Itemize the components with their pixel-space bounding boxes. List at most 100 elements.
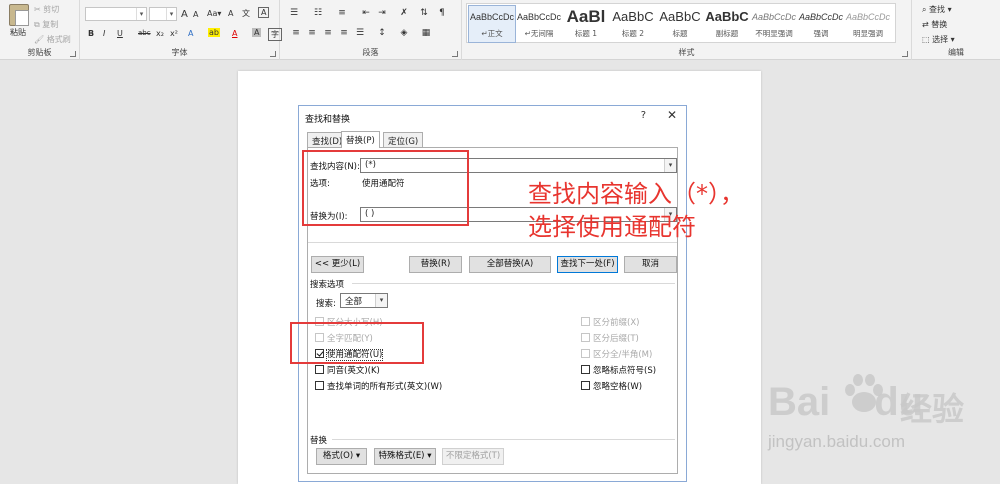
help-icon[interactable]: ? [641,110,646,121]
style-name: ↵无间隔 [524,29,554,38]
style-name: 强调 [813,29,829,38]
strikethrough-button[interactable]: abc [138,29,151,37]
clipboard-launcher-icon[interactable] [70,51,76,57]
annotation-line-2: 选择使用通配符 [528,213,696,241]
styles-launcher-icon[interactable] [902,51,908,57]
close-icon[interactable]: ✕ [667,108,677,122]
checkbox-icon [315,365,324,374]
match-suffix-checkbox[interactable]: 区分后缀(T) [581,332,639,344]
replace-button[interactable]: 替换(R) [409,256,462,273]
borders-icon[interactable]: ▦ [420,28,432,38]
superscript-button[interactable]: x² [170,29,178,38]
match-prefix-checkbox[interactable]: 区分前缀(X) [581,316,639,328]
style-name: 标题 [672,29,688,38]
cancel-button[interactable]: 取消 [624,256,677,273]
match-width-checkbox[interactable]: 区分全/半角(M) [581,348,652,360]
chevron-down-icon[interactable]: ▾ [166,8,176,20]
shading-icon[interactable]: ◈ [398,28,410,38]
change-case-button[interactable]: Aa▾ [207,9,221,18]
justify-icon[interactable]: ≡ [338,28,350,38]
all-word-forms-checkbox[interactable]: 查找单词的所有形式(英文)(W) [315,380,442,392]
text-effects-button[interactable]: A [188,29,193,38]
style-normal[interactable]: AaBbCcDc ↵正文 [468,5,516,43]
ignore-punctuation-checkbox[interactable]: 忽略标点符号(S) [581,364,656,376]
font-size-combo[interactable]: ▾ [149,7,177,21]
underline-button[interactable]: U [117,29,123,38]
style-heading1[interactable]: AaBl 标题 1 [563,6,609,42]
paste-icon[interactable] [9,4,29,26]
style-no-spacing[interactable]: AaBbCcDc ↵无间隔 [516,6,562,42]
style-subtitle[interactable]: AaBbC 副标题 [704,6,750,42]
style-name: 不明显强调 [755,29,793,38]
font-color-button[interactable]: A [232,29,237,38]
cut-button[interactable]: ✂ 剪切 [34,4,59,15]
style-heading2[interactable]: AaBbC 标题 2 [610,6,656,42]
style-title[interactable]: AaBbC 标题 [657,6,703,42]
find-next-button[interactable]: 查找下一处(F) [557,256,618,273]
align-center-icon[interactable]: ≡ [306,28,318,38]
style-subtle-emphasis[interactable]: AaBbCcDc 不明显强调 [751,6,797,42]
italic-button[interactable]: I [103,29,105,38]
chevron-down-icon[interactable]: ▾ [664,159,676,172]
less-button[interactable]: << 更少(L) [311,256,364,273]
find-button[interactable]: ⌕ 查找 ▾ [922,4,952,15]
watermark-jingyan: 经验 [900,390,965,428]
highlight-icon[interactable]: ab [208,28,220,37]
shrink-font-button[interactable]: A [193,10,198,19]
select-button[interactable]: ⬚ 选择 ▾ [922,34,955,45]
search-direction-select[interactable]: 全部 ▾ [340,293,388,308]
decrease-indent-icon[interactable]: ⇤ [360,8,372,18]
clear-format-button[interactable]: A [228,9,233,18]
format-painter-button[interactable]: 🖌 格式刷 [34,34,71,45]
special-button[interactable]: 特殊格式(E) ▾ [374,448,436,465]
clipboard-group: 粘贴 ✂ 剪切 ⧉ 复制 🖌 格式刷 剪贴板 [0,0,80,60]
paste-label[interactable]: 粘贴 [10,27,26,38]
numbering-icon[interactable]: ☷ [312,8,324,18]
style-preview: AaBbC [612,9,654,24]
font-group-label: 字体 [171,48,188,57]
chevron-down-icon[interactable]: ▾ [375,294,387,307]
style-name: 标题 2 [621,29,645,38]
checkbox-icon [581,333,590,342]
multilevel-list-icon[interactable]: ≡ [336,8,348,18]
replace-all-button[interactable]: 全部替换(A) [469,256,551,273]
align-right-icon[interactable]: ≡ [322,28,334,38]
grow-font-button[interactable]: A [181,9,188,20]
ignore-whitespace-checkbox[interactable]: 忽略空格(W) [581,380,642,392]
phonetic-guide-button[interactable]: 文 [242,8,250,19]
tab-goto[interactable]: 定位(G) [383,132,424,147]
style-gallery: AaBbCcDc ↵正文 AaBbCcDc ↵无间隔 AaBl 标题 1 AaB… [466,3,896,43]
paragraph-launcher-icon[interactable] [452,51,458,57]
font-name-combo[interactable]: ▾ [85,7,147,21]
copy-button[interactable]: ⧉ 复制 [34,19,58,30]
format-button[interactable]: 格式(O) ▾ [316,448,367,465]
distributed-icon[interactable]: ☰ [354,28,366,38]
style-intense-emphasis[interactable]: AaBbCcDc 明显强调 [845,6,891,42]
chevron-down-icon[interactable]: ▾ [136,8,146,20]
style-emphasis[interactable]: AaBbCcDc 强调 [798,6,844,42]
line-spacing-icon[interactable]: ↕ [376,28,388,38]
sort-icon[interactable]: ⇅ [418,8,430,18]
enclose-char-button[interactable]: A [258,7,270,18]
baidu-watermark: Bai du 经验 jingyan.baidu.com [768,374,998,480]
replace-ribbon-button[interactable]: ⇄ 替换 [922,19,947,30]
dialog-title: 查找和替换 [305,115,351,125]
subscript-button[interactable]: x₂ [156,29,164,38]
bullets-icon[interactable]: ☰ [288,8,300,18]
checkbox-icon [315,381,324,390]
tab-replace[interactable]: 替换(P) [341,131,380,148]
bold-button[interactable]: B [88,29,94,38]
show-marks-icon[interactable]: ¶ [436,8,448,18]
sounds-like-checkbox[interactable]: 同音(英文)(K) [315,364,380,376]
char-shading-button[interactable]: A [252,28,262,37]
font-launcher-icon[interactable] [270,51,276,57]
increase-indent-icon[interactable]: ⇥ [376,8,388,18]
checkbox-icon [581,317,590,326]
divider [352,283,675,284]
style-name: 标题 1 [574,29,598,38]
style-preview: AaBbC [705,9,749,24]
style-preview: AaBbCcDc [469,12,514,22]
align-left-icon[interactable]: ≡ [290,28,302,38]
no-formatting-button[interactable]: 不限定格式(T) [442,448,504,465]
chinese-layout-icon[interactable]: ✗ [398,8,410,18]
